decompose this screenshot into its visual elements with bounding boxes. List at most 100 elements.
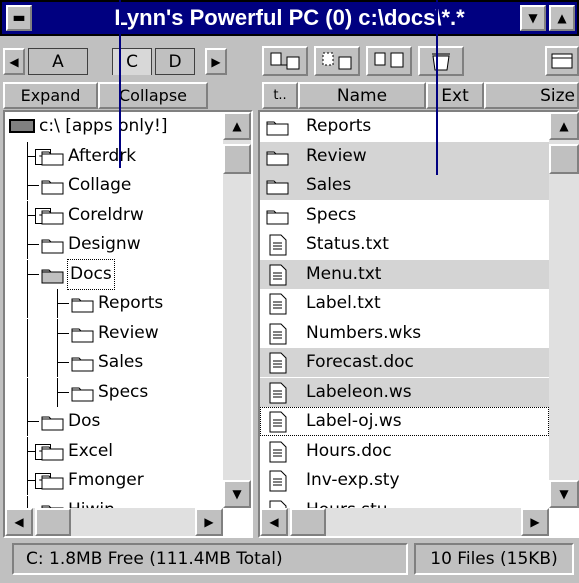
file-list-pane[interactable]: Reports Review Sales Specs Status.txt Menu.tx… — [258, 110, 579, 538]
move-button[interactable] — [314, 46, 360, 76]
window-title: Lynn's Powerful PC (0) c:\docs\*.* — [114, 5, 465, 30]
tree-connector — [27, 421, 39, 422]
file-row[interactable]: Status.txt — [260, 230, 549, 259]
tree-item[interactable]: +Afterdrk — [5, 141, 223, 171]
system-menu-button[interactable]: ▬ — [6, 5, 32, 31]
file-row[interactable]: Specs — [260, 201, 549, 230]
ext-column-header[interactable]: Ext — [426, 82, 484, 109]
tree-item[interactable]: Collage — [5, 171, 223, 200]
file-row[interactable]: Numbers.wks — [260, 319, 549, 348]
file-row[interactable]: Inv-exp.sty — [260, 466, 549, 495]
folder-icon — [41, 151, 64, 165]
scroll-up-button[interactable]: ▲ — [223, 112, 251, 140]
collapse-button[interactable]: Collapse — [98, 82, 208, 109]
file-row[interactable]: Hours.doc — [260, 437, 549, 466]
hscroll-thumb[interactable] — [35, 508, 71, 536]
arrow-right-icon: ▶ — [204, 515, 214, 529]
file-name: Inv-exp.sty — [306, 470, 400, 490]
file-row[interactable]: Labeleon.ws — [260, 377, 549, 407]
tree-connector — [27, 273, 39, 275]
view-button[interactable] — [545, 46, 579, 76]
file-name: Hours.stu — [306, 496, 388, 509]
folder-icon — [41, 475, 64, 490]
file-hscroll-thumb[interactable] — [290, 508, 326, 536]
folder-tree[interactable]: c:\ [apps only!] +Afterdrk Collage +Coreldr… — [3, 110, 253, 538]
file-row[interactable]: Label.txt — [260, 289, 549, 318]
document-icon — [269, 500, 287, 508]
delete-button[interactable] — [418, 46, 464, 76]
tree-item[interactable]: Docs — [5, 258, 223, 290]
file-row[interactable]: Menu.txt — [260, 259, 549, 289]
tree-item[interactable]: +Excel — [5, 436, 223, 466]
drive-tab-c[interactable]: C — [112, 48, 152, 75]
file-row[interactable]: Hours.stu — [260, 496, 549, 509]
file-row[interactable]: Forecast.doc — [260, 348, 549, 377]
tree-item[interactable]: Review — [5, 318, 223, 348]
tree-item-label: Excel — [68, 440, 114, 461]
size-column-header[interactable]: Size — [484, 82, 579, 109]
scroll-down-button[interactable]: ▼ — [223, 480, 251, 508]
file-row[interactable]: Review — [260, 141, 549, 171]
tree-hscrollbar[interactable]: ◀ ▶ — [5, 508, 223, 536]
copy-button[interactable] — [262, 46, 308, 76]
document-icon — [269, 441, 287, 462]
file-vscrollbar[interactable]: ▲ ▼ — [549, 112, 579, 508]
file-hscrollbar[interactable]: ◀ ▶ — [260, 508, 549, 536]
file-scroll-up-button[interactable]: ▲ — [549, 112, 579, 140]
file-name: Hours.doc — [306, 440, 392, 461]
file-row[interactable]: Reports — [260, 112, 549, 141]
document-icon — [269, 352, 287, 374]
expand-button[interactable]: Expand — [3, 82, 98, 109]
scroll-thumb[interactable] — [223, 144, 251, 174]
drive-tab-d[interactable]: D — [155, 48, 195, 75]
tree-item[interactable]: Specs — [5, 377, 223, 407]
drive-status: C: 1.8MB Free (111.4MB Total) — [12, 543, 408, 575]
document-icon — [269, 382, 287, 403]
minimize-button[interactable]: ▼ — [520, 5, 546, 31]
arrow-up-icon: ▲ — [232, 119, 242, 133]
maximize-button[interactable]: ▲ — [549, 5, 575, 31]
folder-icon — [71, 357, 94, 372]
tree-item[interactable]: +Fmonger — [5, 466, 223, 495]
scroll-left-button[interactable]: ◀ — [5, 508, 33, 536]
tab-scroll-left[interactable]: ◀ — [3, 48, 25, 75]
arrow-up-icon: ▲ — [559, 119, 569, 133]
file-row[interactable]: Label-oj.ws — [260, 407, 549, 436]
scroll-right-button[interactable]: ▶ — [195, 508, 223, 536]
triangle-down-icon: ▼ — [528, 11, 538, 25]
tree-connector — [57, 362, 69, 363]
file-scroll-right-button[interactable]: ▶ — [521, 508, 549, 536]
file-name: Labeleon.ws — [306, 381, 412, 402]
tree-connector — [27, 244, 39, 245]
file-name: Numbers.wks — [306, 322, 422, 343]
file-name: Forecast.doc — [306, 352, 414, 372]
drive-tab-a[interactable]: A — [28, 48, 88, 75]
folder-icon — [266, 210, 289, 224]
tree-root[interactable]: c:\ [apps only!] — [9, 112, 168, 141]
tree-item[interactable]: +Coreldrw — [5, 200, 223, 230]
file-scroll-thumb[interactable] — [549, 144, 579, 174]
sort-header[interactable]: t.. — [262, 82, 298, 109]
tree-item[interactable]: Designw — [5, 230, 223, 259]
tree-connector — [27, 377, 28, 407]
tree-item[interactable]: Dos — [5, 407, 223, 436]
rename-button[interactable] — [366, 46, 412, 76]
file-list: Reports Review Sales Specs Status.txt Menu.tx… — [260, 112, 549, 508]
drive-icon — [9, 119, 35, 133]
tree-item-label: Collage — [68, 175, 132, 195]
triangle-right-icon: ▶ — [211, 54, 221, 69]
tree-item[interactable]: Reports — [5, 289, 223, 318]
file-count-status: 10 Files (15KB) — [414, 543, 574, 575]
file-row[interactable]: Sales — [260, 171, 549, 200]
tree-item[interactable]: Hiwin — [5, 495, 223, 508]
title-bar[interactable]: ▬ Lynn's Powerful PC (0) c:\docs\*.* ▼ ▲ — [0, 0, 579, 36]
tab-scroll-right[interactable]: ▶ — [205, 48, 227, 75]
file-scroll-left-button[interactable]: ◀ — [260, 508, 288, 536]
name-column-header[interactable]: Name — [298, 82, 426, 109]
file-scroll-down-button[interactable]: ▼ — [549, 480, 579, 508]
tree-vscrollbar[interactable]: ▲ ▼ — [223, 112, 251, 508]
tree-connector — [27, 289, 28, 318]
document-icon — [269, 293, 287, 315]
tree-item[interactable]: Sales — [5, 348, 223, 377]
triangle-up-icon: ▲ — [557, 11, 567, 25]
